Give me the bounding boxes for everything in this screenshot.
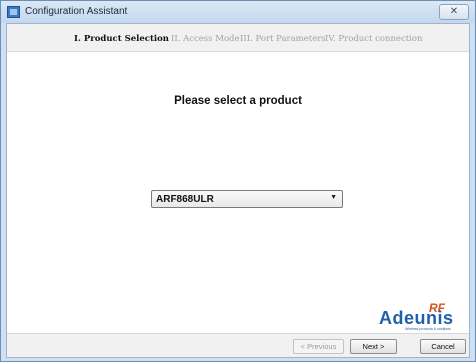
step-product-connection: IV. Product connection bbox=[325, 34, 423, 44]
step-port-parameters: III. Port Parameters bbox=[240, 34, 326, 44]
title-bar[interactable]: Configuration Assistant ✕ bbox=[1, 1, 475, 23]
page-heading: Please select a product bbox=[174, 95, 302, 107]
wizard-steps: I. Product Selection II. Access Mode III… bbox=[7, 24, 469, 52]
product-dropdown[interactable]: ARF868ULR ▼ bbox=[151, 190, 343, 208]
button-bar: < Previous Next > Cancel bbox=[7, 333, 469, 357]
configuration-assistant-window: Configuration Assistant ✕ I. Product Sel… bbox=[0, 0, 476, 362]
app-icon bbox=[7, 6, 20, 18]
wizard-content: I. Product Selection II. Access Mode III… bbox=[6, 23, 470, 358]
product-dropdown-value: ARF868ULR bbox=[156, 194, 214, 205]
logo-name-text: Adeunis bbox=[379, 308, 454, 328]
previous-button[interactable]: < Previous bbox=[293, 339, 344, 354]
step-product-selection: I. Product Selection bbox=[74, 34, 169, 44]
adeunis-logo: RF Adeunis Wireless products & solutions bbox=[377, 298, 467, 332]
next-button[interactable]: Next > bbox=[350, 339, 397, 354]
window-title: Configuration Assistant bbox=[25, 6, 128, 17]
chevron-down-icon[interactable]: ▼ bbox=[330, 194, 337, 201]
cancel-button[interactable]: Cancel bbox=[420, 339, 466, 354]
logo-tagline: Wireless products & solutions bbox=[405, 327, 451, 331]
step-access-mode: II. Access Mode bbox=[171, 34, 240, 44]
close-button[interactable]: ✕ bbox=[439, 4, 469, 20]
